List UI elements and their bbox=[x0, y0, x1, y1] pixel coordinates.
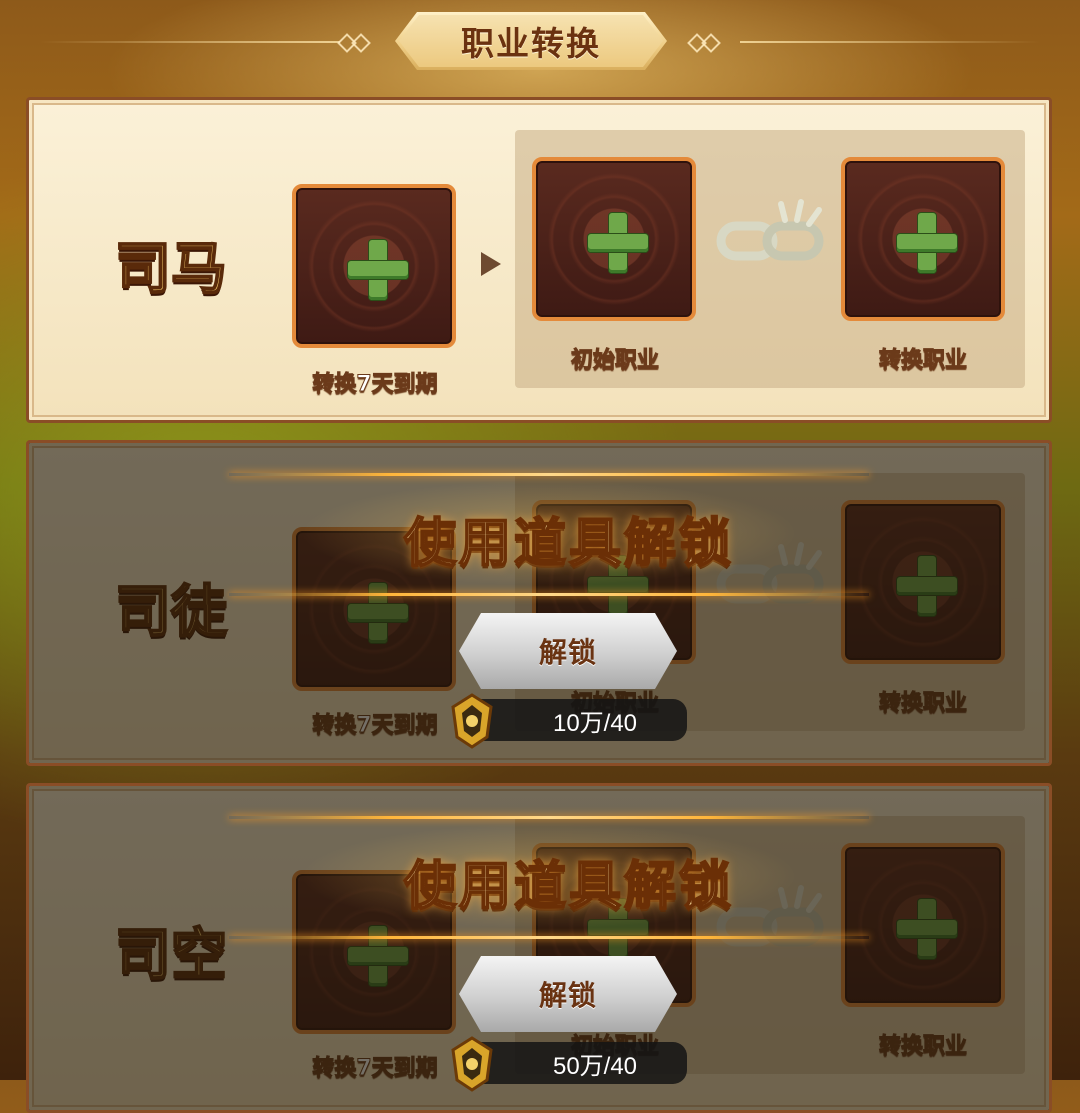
diamond-ornament-icon bbox=[351, 33, 371, 53]
cost-amount: 50万/40 bbox=[552, 1052, 638, 1080]
unlock-button-label: 解锁 bbox=[538, 636, 597, 669]
unlock-title: 使用道具解锁 bbox=[403, 512, 734, 575]
class-name: 司马 bbox=[114, 235, 228, 303]
title-plate-inner: 职业转换 bbox=[399, 15, 663, 67]
unlock-band-top-line bbox=[229, 816, 869, 819]
unlock-button[interactable]: 解锁 bbox=[459, 613, 677, 689]
unlock-band-top-line bbox=[229, 473, 869, 476]
initial-class-label: 初始职业 bbox=[570, 348, 659, 374]
expire-slot[interactable] bbox=[292, 184, 456, 348]
plus-icon bbox=[348, 240, 408, 300]
plus-icon bbox=[897, 213, 957, 273]
convert-class-label: 转换职业 bbox=[878, 348, 967, 374]
convert-class-slot[interactable] bbox=[841, 157, 1005, 321]
class-row-panel: 司马 转换7天到期 初始职业 转换职业 bbox=[26, 97, 1052, 423]
crest-coin-icon bbox=[451, 1036, 493, 1092]
initial-class-slot[interactable] bbox=[532, 157, 696, 321]
cost-bar: 50万/40 bbox=[469, 1042, 687, 1084]
header-divider-right bbox=[740, 41, 1040, 43]
plus-icon bbox=[588, 213, 648, 273]
unlock-title: 使用道具解锁 bbox=[403, 855, 734, 918]
diamond-ornament-icon bbox=[701, 33, 721, 53]
chain-link-icon bbox=[716, 199, 824, 261]
class-row-panel: 司空 转换7天到期 初始职业 转换职业 使用道具解锁 解锁 50万/40 bbox=[26, 783, 1052, 1113]
expire-label: 转换7天到期 bbox=[312, 372, 438, 398]
header-divider-left bbox=[40, 41, 340, 43]
crest-coin-icon bbox=[451, 693, 493, 749]
page-title: 职业转换 bbox=[461, 24, 601, 63]
unlock-button-label: 解锁 bbox=[538, 979, 597, 1012]
cost-bar: 10万/40 bbox=[469, 699, 687, 741]
unlock-button[interactable]: 解锁 bbox=[459, 956, 677, 1032]
unlock-band-bottom-line bbox=[229, 936, 869, 939]
cost-amount: 10万/40 bbox=[552, 709, 638, 737]
arrow-right-icon bbox=[481, 252, 501, 276]
class-row-panel: 司徒 转换7天到期 初始职业 转换职业 使用道具解锁 解锁 10万/40 bbox=[26, 440, 1052, 766]
class-pair-group: 初始职业 转换职业 bbox=[515, 130, 1025, 388]
unlock-band-bottom-line bbox=[229, 593, 869, 596]
